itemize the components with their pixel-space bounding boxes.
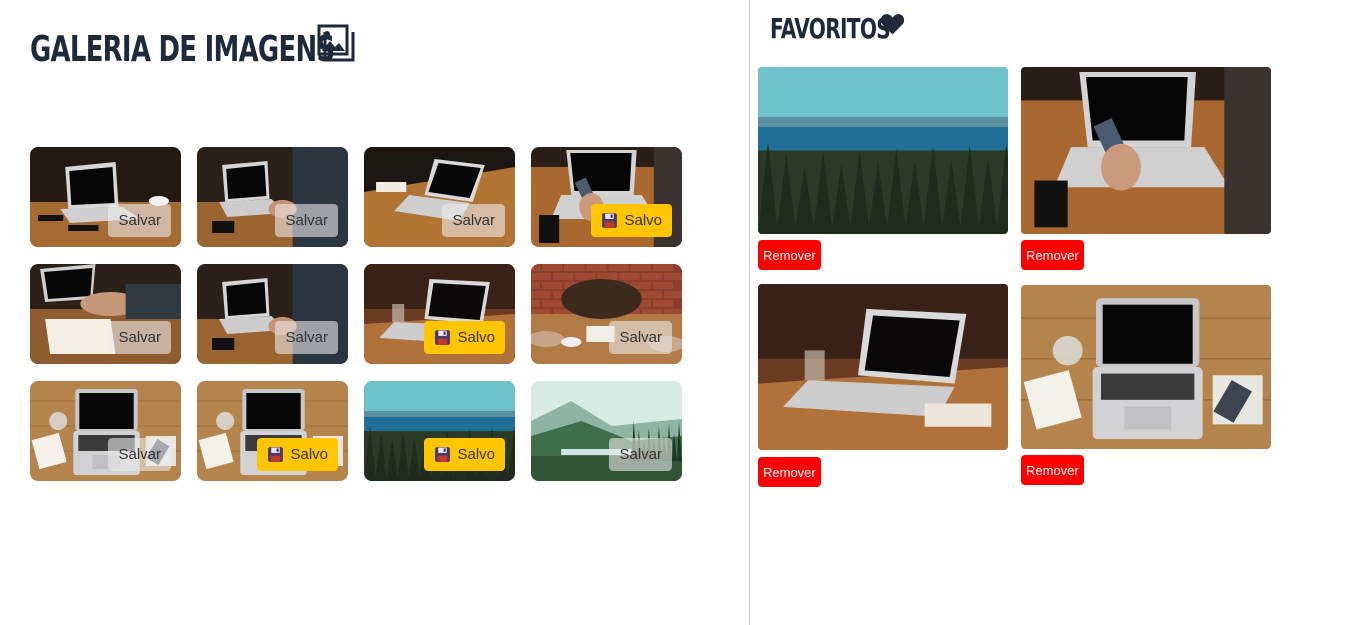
- save-button-label: Salvar: [619, 329, 662, 346]
- remove-button[interactable]: Remover: [1021, 455, 1084, 485]
- save-button-label: Salvo: [457, 329, 495, 346]
- gallery-thumbnail[interactable]: Salvo: [197, 381, 348, 481]
- favorite-card: Remover: [1021, 67, 1271, 270]
- save-button-label: Salvar: [285, 212, 328, 229]
- gallery-thumbnail[interactable]: Salvo: [364, 381, 515, 481]
- remove-button[interactable]: Remover: [758, 240, 821, 270]
- save-button-label: Salvo: [624, 212, 662, 229]
- save-button-label: Salvar: [285, 329, 328, 346]
- gallery-thumbnail[interactable]: Salvar: [30, 147, 181, 247]
- saved-button[interactable]: Salvo: [257, 438, 338, 471]
- heart-icon: [880, 14, 905, 35]
- floppy-disk-icon: [602, 213, 618, 228]
- save-button[interactable]: Salvar: [442, 204, 505, 237]
- favorite-image: [1021, 285, 1271, 449]
- save-button-label: Salvar: [452, 212, 495, 229]
- gallery-thumbnail[interactable]: Salvar: [197, 264, 348, 364]
- save-button[interactable]: Salvar: [275, 321, 338, 354]
- save-button[interactable]: Salvar: [108, 204, 171, 237]
- save-button-label: Salvo: [457, 446, 495, 463]
- save-button-label: Salvar: [118, 329, 161, 346]
- gallery-thumbnail[interactable]: Salvar: [30, 381, 181, 481]
- save-button[interactable]: Salvar: [108, 438, 171, 471]
- saved-button[interactable]: Salvo: [424, 321, 505, 354]
- save-button[interactable]: Salvar: [609, 438, 672, 471]
- gallery-grid: Salvar Salvar Salvar Salvo Salvar Salvar…: [30, 147, 682, 481]
- favorite-card: Remover: [1021, 285, 1271, 485]
- save-button[interactable]: Salvar: [609, 321, 672, 354]
- favorite-card: Remover: [758, 284, 1008, 487]
- gallery-thumbnail[interactable]: Salvar: [30, 264, 181, 364]
- save-button[interactable]: Salvar: [108, 321, 171, 354]
- gallery-thumbnail[interactable]: Salvo: [531, 147, 682, 247]
- favorites-grid: Remover Remover Remover Remover: [758, 67, 1358, 497]
- gallery-thumbnail[interactable]: Salvar: [364, 147, 515, 247]
- image-icon: [317, 24, 355, 62]
- floppy-disk-icon: [268, 447, 284, 462]
- favorite-image: [758, 284, 1008, 450]
- gallery-thumbnail[interactable]: Salvar: [197, 147, 348, 247]
- saved-button[interactable]: Salvo: [591, 204, 672, 237]
- favorites-title: FAVORITOS: [770, 12, 891, 45]
- save-button-label: Salvar: [619, 446, 662, 463]
- gallery-thumbnail[interactable]: Salvo: [364, 264, 515, 364]
- gallery-panel: GALERIA DE IMAGENS Salvar Salvar Salvar …: [0, 0, 749, 625]
- favorites-panel: FAVORITOS Remover Remover Remover Remover: [750, 0, 1360, 625]
- favorite-card: Remover: [758, 67, 1008, 270]
- save-button-label: Salvar: [118, 446, 161, 463]
- remove-button[interactable]: Remover: [758, 457, 821, 487]
- floppy-disk-icon: [435, 447, 451, 462]
- floppy-disk-icon: [435, 330, 451, 345]
- gallery-title: GALERIA DE IMAGENS: [30, 29, 335, 70]
- gallery-thumbnail[interactable]: Salvar: [531, 381, 682, 481]
- save-button-label: Salvo: [290, 446, 328, 463]
- remove-button[interactable]: Remover: [1021, 240, 1084, 270]
- saved-button[interactable]: Salvo: [424, 438, 505, 471]
- save-button-label: Salvar: [118, 212, 161, 229]
- favorite-image: [758, 67, 1008, 234]
- gallery-thumbnail[interactable]: Salvar: [531, 264, 682, 364]
- favorite-image: [1021, 67, 1271, 234]
- save-button[interactable]: Salvar: [275, 204, 338, 237]
